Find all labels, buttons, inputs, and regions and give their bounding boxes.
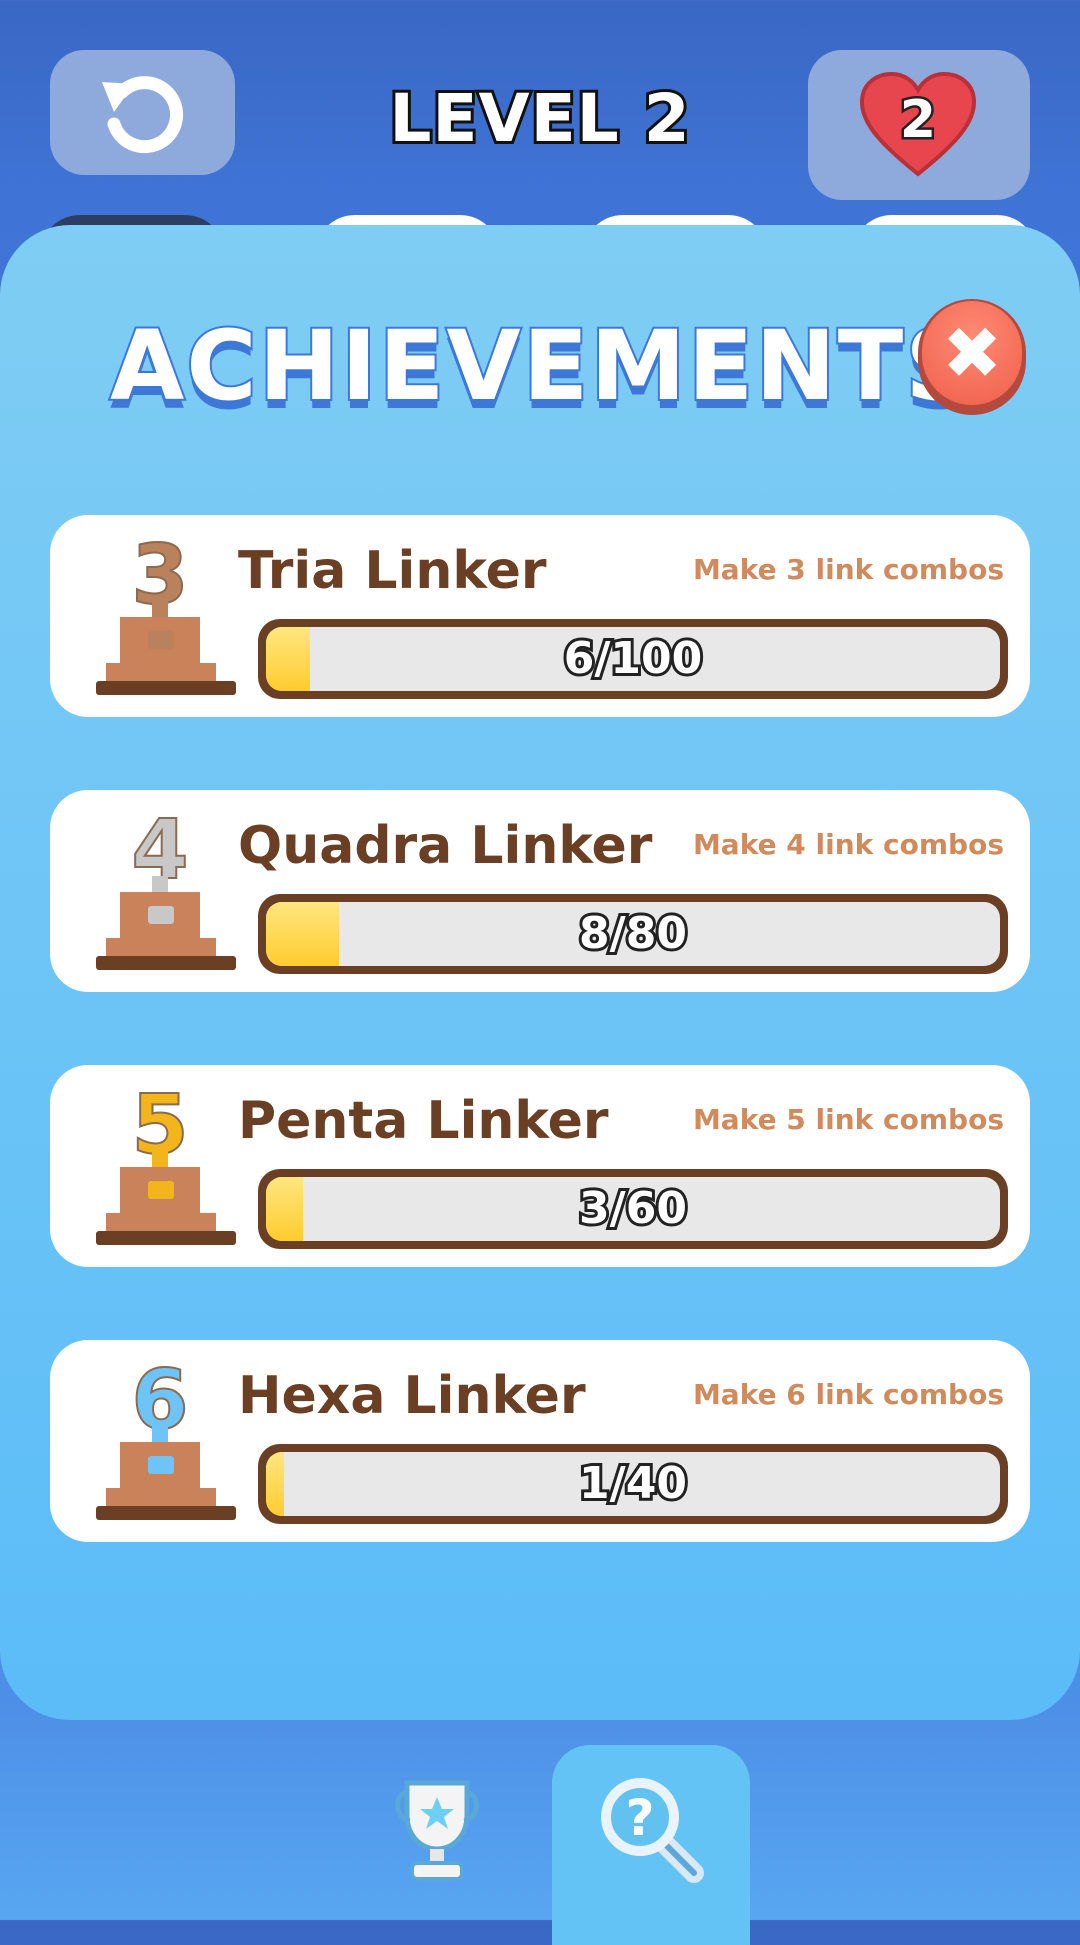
restart-button[interactable] [50, 50, 235, 175]
lives-counter[interactable]: 2 [808, 50, 1030, 200]
trophy-3-icon: 3 [96, 527, 236, 695]
lives-count: 2 [897, 88, 938, 153]
achievement-description: Make 4 link combos [692, 828, 1004, 861]
trophy-6-icon: 6 [96, 1352, 236, 1520]
progress-label: 6/100 [561, 630, 706, 687]
progress-label: 1/40 [576, 1455, 690, 1512]
achievement-title: Penta Linker [238, 1091, 609, 1151]
progress-bar: 8/80 [258, 894, 1008, 974]
trophy-4-icon: 4 [96, 802, 236, 970]
trophy-icon[interactable] [392, 1775, 482, 1885]
progress-label: 8/80 [576, 905, 690, 962]
restart-icon [102, 76, 184, 154]
svg-text:?: ? [625, 1789, 654, 1847]
achievement-description: Make 5 link combos [692, 1103, 1004, 1136]
achievement-card: 5 Penta Linker Make 5 link combos 3/60 [50, 1065, 1030, 1267]
achievement-title: Tria Linker [238, 541, 547, 601]
achievements-panel: ACHIEVEMENTS ✖ 3 Tria Linker Make 3 link c… [0, 225, 1080, 1720]
top-bar: LEVEL 2 2 [0, 0, 1080, 275]
progress-label: 3/60 [576, 1180, 690, 1237]
progress-bar: 6/100 [258, 619, 1008, 699]
trophy-5-icon: 5 [96, 1077, 236, 1245]
progress-bar: 3/60 [258, 1169, 1008, 1249]
achievement-card: 6 Hexa Linker Make 6 link combos 1/40 [50, 1340, 1030, 1542]
achievement-card: 3 Tria Linker Make 3 link combos 6/100 [50, 515, 1030, 717]
level-title: LEVEL 2 [386, 77, 692, 160]
progress-bar: 1/40 [258, 1444, 1008, 1524]
close-icon: ✖ [941, 311, 1003, 395]
panel-title: ACHIEVEMENTS [108, 308, 977, 424]
achievement-title: Hexa Linker [238, 1366, 586, 1426]
achievement-description: Make 6 link combos [692, 1378, 1004, 1411]
close-button[interactable]: ✖ [918, 299, 1026, 415]
achievement-card: 4 Quadra Linker Make 4 link combos 8/80 [50, 790, 1030, 992]
achievement-title: Quadra Linker [238, 816, 653, 876]
magnifier-question-icon[interactable]: ? [598, 1775, 708, 1885]
achievement-description: Make 3 link combos [692, 553, 1004, 586]
